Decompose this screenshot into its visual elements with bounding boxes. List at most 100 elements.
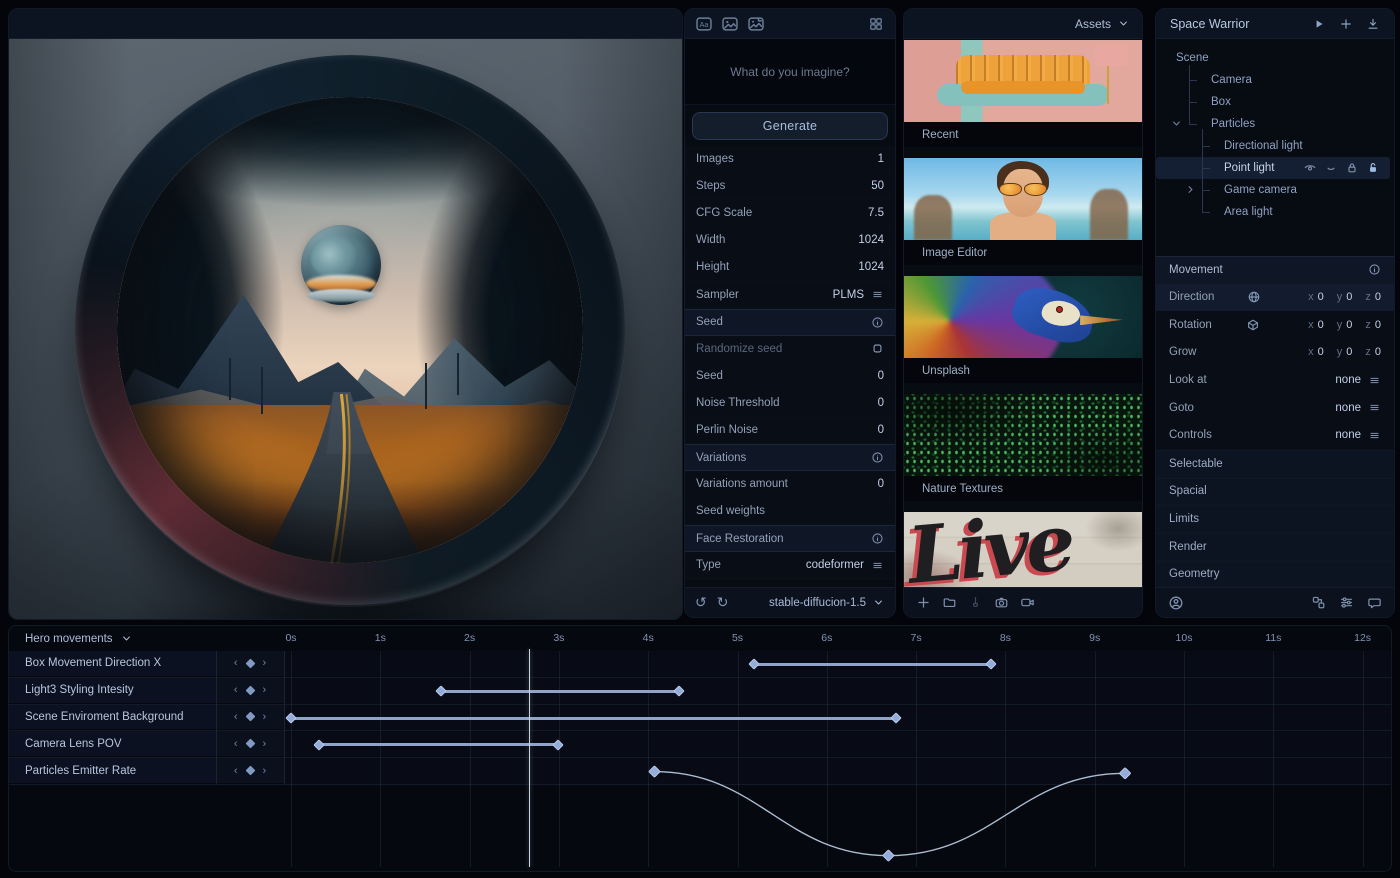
play-icon[interactable] bbox=[1312, 17, 1326, 31]
info-icon[interactable] bbox=[1368, 263, 1381, 276]
movement-row-look-at[interactable]: Look at none bbox=[1156, 366, 1394, 395]
menu-icon[interactable] bbox=[1368, 429, 1381, 442]
param-row[interactable]: Steps 50 bbox=[685, 173, 895, 201]
param-value[interactable]: 0 bbox=[878, 370, 884, 382]
info-icon[interactable] bbox=[871, 532, 884, 545]
param-value[interactable]: 1 bbox=[878, 153, 884, 165]
menu-icon[interactable] bbox=[1368, 401, 1381, 414]
checkbox-wrap[interactable] bbox=[871, 342, 884, 355]
param-row[interactable]: Seed 0 bbox=[685, 362, 895, 390]
crescent-icon[interactable] bbox=[1324, 161, 1338, 175]
eye-icon[interactable] bbox=[1303, 161, 1317, 175]
play-button[interactable] bbox=[1312, 17, 1326, 31]
next-keyframe-button[interactable]: › bbox=[263, 684, 267, 696]
next-keyframe-button[interactable]: › bbox=[263, 765, 267, 777]
prev-keyframe-button[interactable]: ‹ bbox=[234, 657, 238, 669]
timeline-group-selector[interactable]: Hero movements bbox=[9, 632, 133, 645]
cube-icon[interactable] bbox=[1246, 318, 1260, 332]
param-row[interactable]: Seed bbox=[685, 308, 895, 336]
param-row[interactable]: Images 1 bbox=[685, 146, 895, 174]
xyz-values[interactable]: x0y0z0 bbox=[1308, 319, 1381, 331]
plus-button[interactable] bbox=[916, 595, 931, 610]
viewport-canvas[interactable] bbox=[9, 39, 682, 619]
param-value[interactable]: 1024 bbox=[858, 261, 884, 273]
assets-header[interactable]: Assets bbox=[904, 9, 1142, 39]
person-icon[interactable] bbox=[1168, 595, 1184, 611]
info-icon-wrap[interactable] bbox=[871, 451, 884, 464]
info-icon[interactable] bbox=[871, 316, 884, 329]
add-keyframe-button[interactable] bbox=[245, 738, 255, 749]
xyz-values[interactable]: x0y0z0 bbox=[1308, 291, 1381, 303]
chevron-right-icon[interactable] bbox=[1184, 183, 1197, 196]
param-row[interactable]: Noise Threshold 0 bbox=[685, 389, 895, 417]
param-value[interactable]: 0 bbox=[878, 424, 884, 436]
movement-row-controls[interactable]: Controls none bbox=[1156, 422, 1394, 450]
info-icon-wrap[interactable] bbox=[871, 532, 884, 545]
movement-value[interactable]: none bbox=[1335, 374, 1361, 386]
asset-thumbnail-editor[interactable] bbox=[904, 158, 1142, 240]
sliders-button[interactable] bbox=[1339, 595, 1354, 610]
info-icon-wrap[interactable] bbox=[1368, 263, 1381, 276]
menu-icon[interactable] bbox=[871, 559, 884, 572]
model-selector[interactable]: stable-diffucion-1.5 bbox=[769, 596, 885, 609]
brush-button[interactable] bbox=[968, 595, 983, 610]
folder-icon[interactable] bbox=[942, 595, 957, 610]
chat-button[interactable] bbox=[1367, 595, 1382, 610]
track-name[interactable]: Scene Enviroment Background bbox=[9, 704, 216, 731]
unlock-icon[interactable] bbox=[1366, 161, 1380, 175]
tree-item-point-light[interactable]: Point light bbox=[1156, 157, 1390, 179]
param-value[interactable]: 1024 bbox=[858, 234, 884, 246]
nodes-icon[interactable] bbox=[1311, 595, 1326, 610]
download-icon[interactable] bbox=[1366, 17, 1380, 31]
next-keyframe-button[interactable]: › bbox=[263, 738, 267, 750]
param-row[interactable]: Face Restoration bbox=[685, 525, 895, 553]
layout-grid-icon[interactable] bbox=[867, 15, 885, 33]
add-keyframe-button[interactable] bbox=[245, 712, 255, 722]
movement-row-rotation[interactable]: Rotation x 0 y 0 z 0 bbox=[1156, 311, 1394, 340]
checkbox-icon[interactable] bbox=[871, 342, 884, 355]
tree-item-game-camera[interactable]: Game camera bbox=[1156, 179, 1390, 201]
plus-icon[interactable] bbox=[916, 595, 931, 610]
asset-card[interactable]: Nature Textures bbox=[904, 394, 1142, 501]
asset-card[interactable]: Live bbox=[904, 512, 1142, 594]
crescent-toggle[interactable] bbox=[1324, 161, 1338, 175]
param-row[interactable]: Height 1024 bbox=[685, 254, 895, 282]
menu-icon-wrap[interactable] bbox=[1368, 401, 1381, 414]
param-row[interactable]: CFG Scale 7.5 bbox=[685, 200, 895, 228]
unlock-toggle[interactable] bbox=[1366, 161, 1380, 175]
param-value[interactable]: 0 bbox=[878, 397, 884, 409]
tree-item-area-light[interactable]: Area light bbox=[1156, 201, 1390, 223]
eye-toggle[interactable] bbox=[1303, 161, 1317, 175]
xyz-values[interactable]: x0y0z0 bbox=[1308, 346, 1381, 358]
track-name[interactable]: Particles Emitter Rate bbox=[9, 758, 216, 784]
info-icon[interactable] bbox=[871, 451, 884, 464]
param-row[interactable]: Seed weights bbox=[685, 498, 895, 526]
param-row[interactable]: Randomize seed bbox=[685, 335, 895, 363]
prev-keyframe-button[interactable]: ‹ bbox=[234, 684, 238, 696]
asset-card[interactable]: Image Editor bbox=[904, 158, 1142, 265]
movement-value[interactable]: none bbox=[1335, 402, 1361, 414]
next-keyframe-button[interactable]: › bbox=[263, 711, 267, 723]
movement-value[interactable]: none bbox=[1335, 429, 1361, 441]
download-button[interactable] bbox=[1366, 17, 1380, 31]
param-row[interactable]: Variations amount 0 bbox=[685, 471, 895, 499]
keyframe-bar[interactable] bbox=[313, 739, 564, 751]
video-button[interactable] bbox=[1020, 595, 1035, 610]
movement-row-goto[interactable]: Goto none bbox=[1156, 394, 1394, 423]
video-icon[interactable] bbox=[1020, 595, 1035, 610]
inspector-section-selectable[interactable]: Selectable bbox=[1156, 449, 1394, 478]
menu-icon[interactable] bbox=[1368, 374, 1381, 387]
param-row[interactable]: Variations bbox=[685, 444, 895, 472]
text-tool-icon[interactable]: Aa bbox=[695, 15, 713, 33]
undo-icon[interactable]: ↺ bbox=[695, 596, 707, 610]
person-button[interactable] bbox=[1168, 595, 1184, 611]
camera-button[interactable] bbox=[994, 595, 1009, 610]
image-tool-button[interactable] bbox=[721, 15, 739, 33]
info-icon-wrap[interactable] bbox=[871, 316, 884, 329]
plus-icon[interactable] bbox=[1339, 17, 1353, 31]
nodes-button[interactable] bbox=[1311, 595, 1326, 610]
inspector-section-geometry[interactable]: Geometry bbox=[1156, 560, 1394, 589]
layout-grid-icon[interactable] bbox=[868, 16, 884, 32]
tree-item-scene[interactable]: Scene bbox=[1156, 47, 1390, 69]
generate-button[interactable]: Generate bbox=[692, 112, 888, 140]
